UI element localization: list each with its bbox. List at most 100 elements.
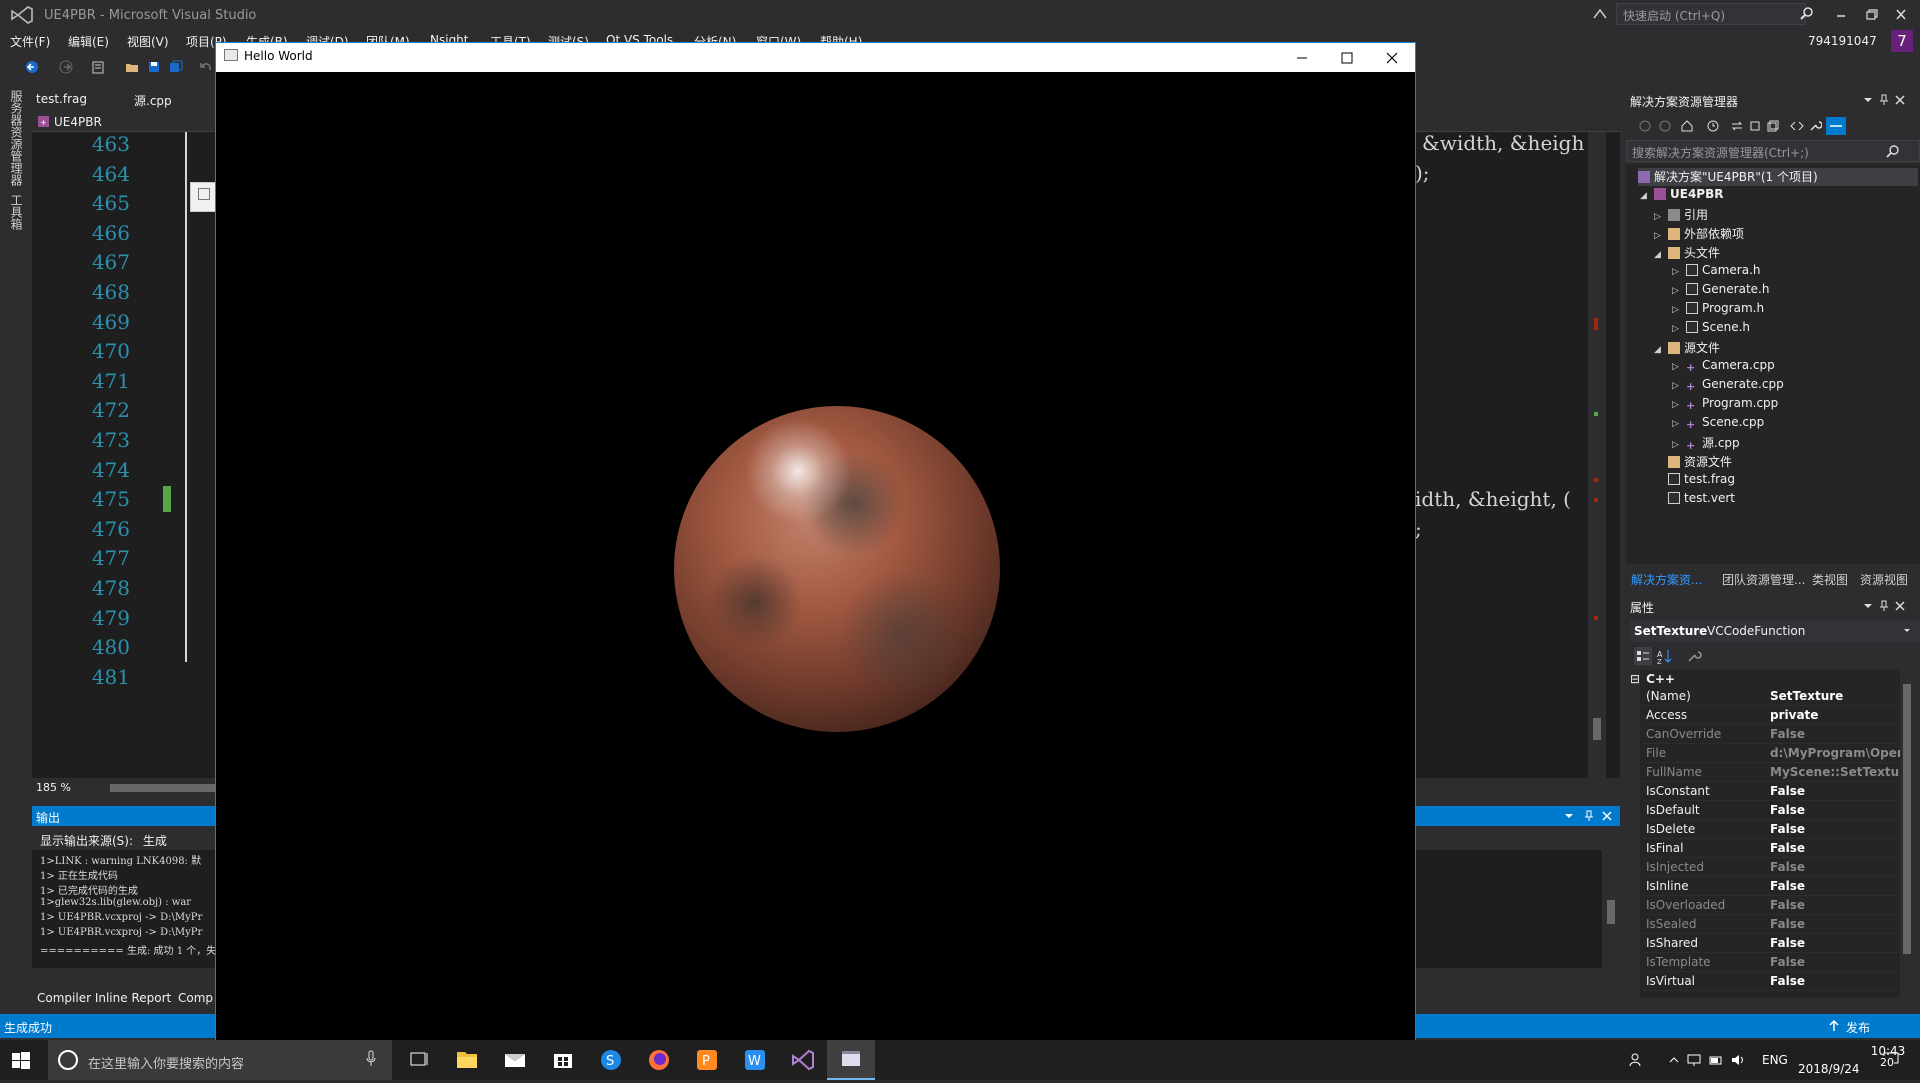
view-code-icon[interactable] xyxy=(1790,119,1804,133)
property-row[interactable]: IsShared False xyxy=(1642,934,1900,953)
menu-file[interactable]: 文件(F) xyxy=(10,33,50,50)
scrollbar-thumb[interactable] xyxy=(1607,900,1615,924)
property-row[interactable]: IsInjected False xyxy=(1642,858,1900,877)
close-icon[interactable] xyxy=(1600,809,1614,823)
tab-compiler-inline-report[interactable]: Compiler Inline Report xyxy=(37,991,171,1005)
scrollbar-thumb[interactable] xyxy=(1593,718,1601,740)
tree-item-camera-h[interactable]: ▷ Camera.h xyxy=(1672,263,1761,281)
tab-class-view[interactable]: 类视图 xyxy=(1812,571,1848,588)
property-value[interactable]: False xyxy=(1770,936,1900,950)
hello-world-titlebar[interactable] xyxy=(216,43,1415,72)
back-icon[interactable] xyxy=(24,59,40,75)
tab-resource-view[interactable]: 资源视图 xyxy=(1860,571,1908,588)
property-value[interactable]: False xyxy=(1770,974,1900,988)
collapsed-arrow-icon[interactable]: ▷ xyxy=(1654,212,1664,222)
property-row[interactable]: (Name) SetTexture xyxy=(1642,687,1900,706)
input-language[interactable]: ENG xyxy=(1762,1053,1788,1067)
collapsed-arrow-icon[interactable]: ▷ xyxy=(1672,381,1682,391)
chevron-up-icon[interactable] xyxy=(1668,1054,1680,1066)
property-value[interactable]: MyScene::SetTexture xyxy=(1770,765,1900,779)
tree-item-test-vert[interactable]: test.vert xyxy=(1668,491,1735,509)
search-icon[interactable] xyxy=(1800,6,1814,20)
property-row[interactable]: IsTemplate False xyxy=(1642,953,1900,972)
collapsed-arrow-icon[interactable]: ▷ xyxy=(1672,400,1682,410)
vs-badge-icon[interactable]: 7 xyxy=(1891,30,1913,52)
close-button[interactable] xyxy=(1370,43,1414,72)
quick-launch-input[interactable]: 快速启动 (Ctrl+Q) xyxy=(1616,3,1806,25)
history-icon[interactable] xyxy=(1706,119,1720,133)
tab-team-explorer[interactable]: 团队资源管理... xyxy=(1722,571,1805,588)
sogou-icon[interactable]: S xyxy=(587,1040,635,1080)
tree-item-source-cpp[interactable]: ▷ + 源.cpp xyxy=(1672,434,1740,452)
collapsed-arrow-icon[interactable]: ▷ xyxy=(1672,362,1682,372)
tree-item-external-deps[interactable]: ▷ 外部依赖项 xyxy=(1654,225,1744,243)
clock-date[interactable]: 2018/9/24 xyxy=(1798,1062,1860,1076)
open-file-icon[interactable] xyxy=(124,59,140,75)
tree-item-scene-cpp[interactable]: ▷ + Scene.cpp xyxy=(1672,415,1764,433)
collapsed-arrow-icon[interactable]: ▷ xyxy=(1672,419,1682,429)
people-icon[interactable] xyxy=(1628,1052,1644,1068)
tree-item-resource-files[interactable]: 资源文件 xyxy=(1668,453,1732,471)
properties-vertical-scrollbar[interactable] xyxy=(1900,670,1914,998)
save-all-icon[interactable] xyxy=(168,59,184,75)
collapse-all-icon[interactable] xyxy=(1766,119,1780,133)
property-row[interactable]: IsInline False xyxy=(1642,877,1900,896)
file-explorer-icon[interactable] xyxy=(443,1040,491,1080)
microphone-icon[interactable] xyxy=(366,1050,376,1068)
task-view-icon[interactable] xyxy=(395,1040,443,1080)
horizontal-scrollbar-thumb[interactable] xyxy=(110,784,220,792)
forward-icon[interactable] xyxy=(58,59,74,75)
tree-item-references[interactable]: ▷ 引用 xyxy=(1654,206,1708,224)
collapsed-arrow-icon[interactable]: ▷ xyxy=(1654,231,1664,241)
collapsed-arrow-icon[interactable]: ▷ xyxy=(1672,286,1682,296)
property-row[interactable]: Access private xyxy=(1642,706,1900,725)
volume-icon[interactable] xyxy=(1730,1052,1746,1068)
collapsed-arrow-icon[interactable]: ▷ xyxy=(1672,305,1682,315)
tab-source-cpp[interactable]: 源.cpp xyxy=(134,92,172,109)
categorized-icon[interactable] xyxy=(1634,647,1652,665)
menu-edit[interactable]: 编辑(E) xyxy=(68,33,109,50)
tree-item-test-frag[interactable]: test.frag xyxy=(1668,472,1735,490)
feedback-icon[interactable] xyxy=(1592,6,1608,22)
minimize-button[interactable] xyxy=(1826,2,1856,28)
tab-test-frag[interactable]: test.frag xyxy=(36,92,87,106)
save-icon[interactable] xyxy=(146,59,162,75)
editor-vertical-scrollbar[interactable] xyxy=(1588,132,1606,778)
pin-icon[interactable] xyxy=(1582,809,1596,823)
property-row[interactable]: IsSealed False xyxy=(1642,915,1900,934)
server-explorer-tab[interactable]: 服务器资源管理器 xyxy=(8,90,25,186)
property-row[interactable]: IsDefault False xyxy=(1642,801,1900,820)
preview-selected-items-icon[interactable] xyxy=(1826,117,1846,135)
output-source-select[interactable]: 生成 xyxy=(143,834,167,848)
tree-item-program-h[interactable]: ▷ Program.h xyxy=(1672,301,1764,319)
pin-icon[interactable] xyxy=(1878,600,1890,612)
expanded-arrow-icon[interactable]: ◢ xyxy=(1640,191,1650,201)
back-icon[interactable] xyxy=(1638,119,1652,133)
output-vertical-scrollbar[interactable] xyxy=(1604,850,1620,968)
alphabetical-icon[interactable]: AZ xyxy=(1656,648,1672,664)
chevron-down-icon[interactable] xyxy=(1902,626,1912,636)
close-icon[interactable] xyxy=(1894,94,1906,106)
zoom-level[interactable]: 185 % xyxy=(36,781,71,794)
network-icon[interactable] xyxy=(1686,1052,1702,1068)
property-value[interactable]: False xyxy=(1770,917,1900,931)
sync-icon[interactable] xyxy=(1730,119,1744,133)
property-row[interactable]: CanOverride False xyxy=(1642,725,1900,744)
property-row[interactable]: IsVirtual False xyxy=(1642,972,1900,991)
properties-wrench-icon[interactable] xyxy=(1808,119,1822,133)
home-icon[interactable] xyxy=(1680,119,1694,133)
property-value[interactable]: False xyxy=(1770,727,1900,741)
close-button[interactable] xyxy=(1886,2,1916,28)
maximize-button[interactable] xyxy=(1325,43,1369,72)
tree-item-source-files[interactable]: ◢ 源文件 xyxy=(1654,339,1720,357)
mail-icon[interactable] xyxy=(491,1040,539,1080)
collapsed-arrow-icon[interactable]: ▷ xyxy=(1672,440,1682,450)
new-project-icon[interactable] xyxy=(90,59,106,75)
windows-start-icon[interactable] xyxy=(12,1052,30,1070)
tab-comp[interactable]: Comp xyxy=(178,991,213,1005)
refresh-icon[interactable] xyxy=(1748,119,1762,133)
property-value[interactable]: SetTexture xyxy=(1770,689,1900,703)
toolbox-tab[interactable]: 工具箱 xyxy=(8,194,25,230)
dropdown-icon[interactable] xyxy=(1862,94,1874,106)
scrollbar-thumb[interactable] xyxy=(1903,684,1911,954)
